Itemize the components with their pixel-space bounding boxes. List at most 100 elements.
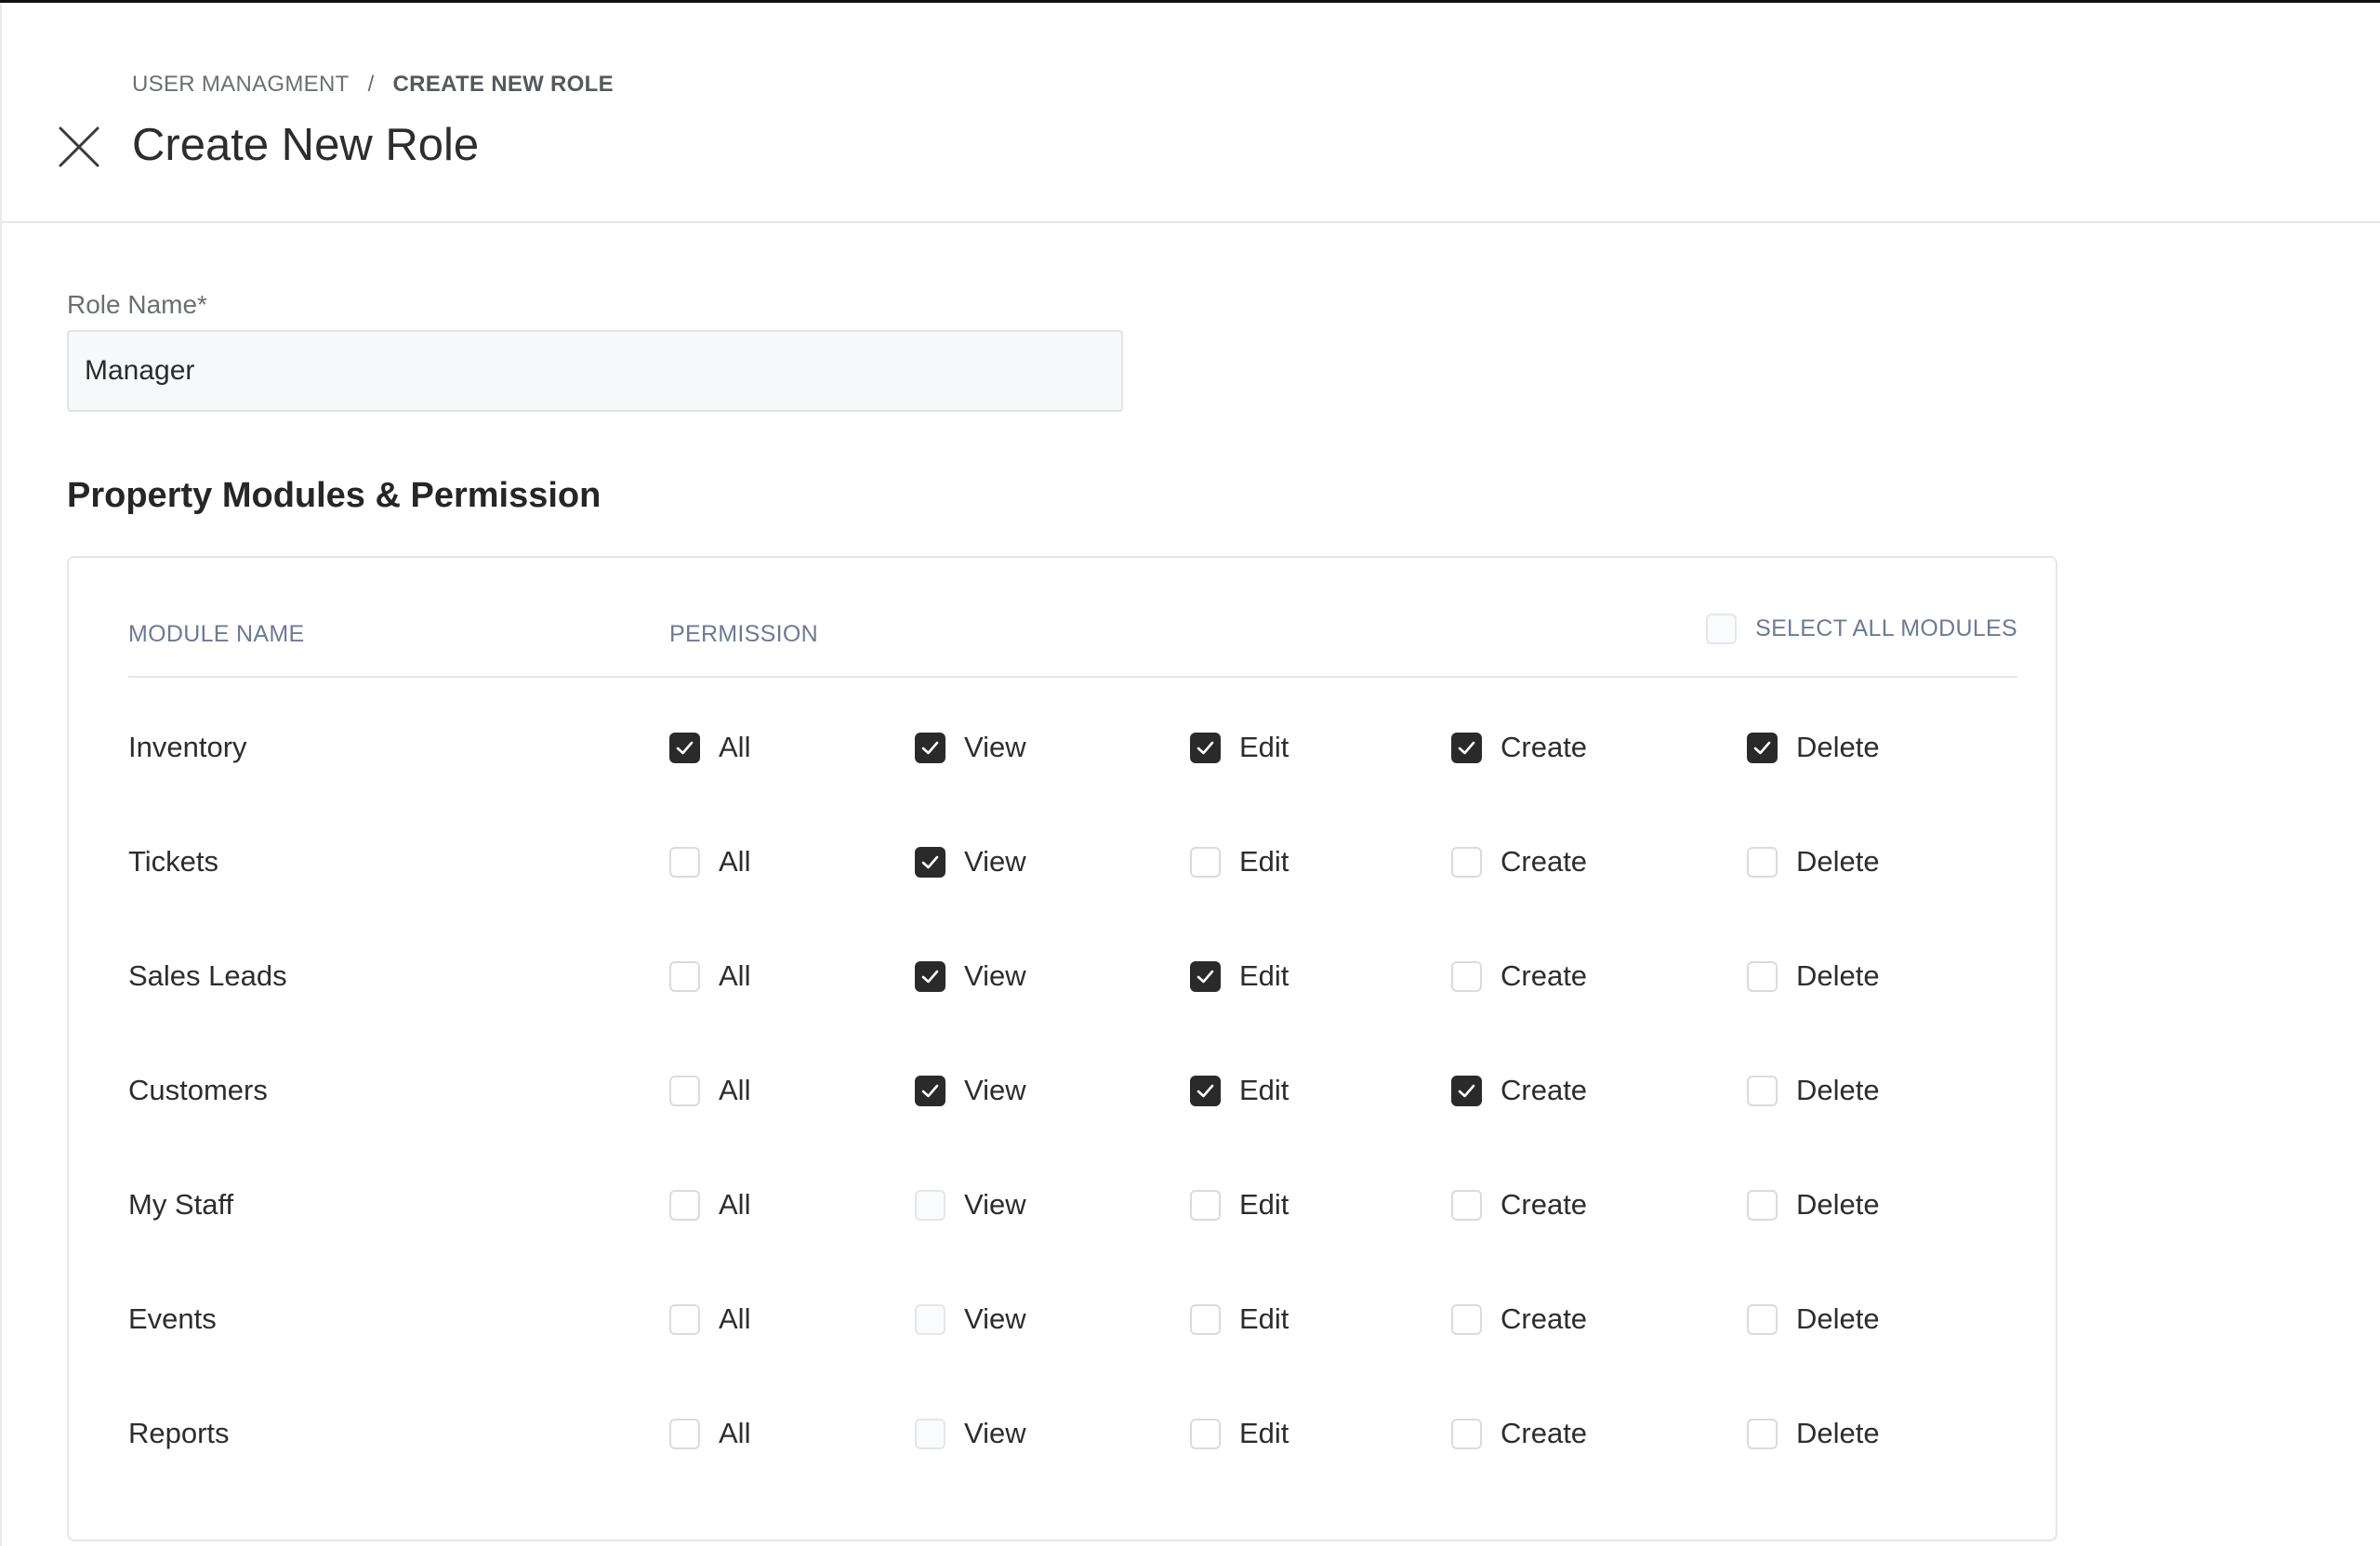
- permission-option-delete[interactable]: Delete: [1747, 1417, 1880, 1450]
- events-view-checkbox[interactable]: [915, 1303, 945, 1335]
- permission-option-create[interactable]: Create: [1451, 1302, 1587, 1336]
- permission-option-all[interactable]: All: [669, 731, 750, 764]
- tickets-all-checkbox[interactable]: [669, 846, 700, 878]
- permission-option-all[interactable]: All: [669, 1074, 750, 1107]
- customers-create-checkbox[interactable]: [1451, 1075, 1482, 1106]
- inventory-edit-checkbox[interactable]: [1190, 732, 1221, 763]
- inventory-create-checkbox[interactable]: [1451, 732, 1482, 763]
- permission-label: All: [719, 1074, 751, 1106]
- permission-option-view[interactable]: View: [915, 845, 1026, 879]
- breadcrumb-separator: /: [367, 72, 375, 97]
- permission-option-create[interactable]: Create: [1451, 959, 1587, 993]
- my-staff-create-checkbox[interactable]: [1451, 1189, 1482, 1221]
- reports-view-checkbox[interactable]: [915, 1418, 945, 1449]
- sales-leads-create-checkbox[interactable]: [1451, 960, 1482, 992]
- checkmark-icon: [921, 855, 939, 868]
- table-row: Reports All View Edit Create Delete: [69, 1398, 2056, 1473]
- close-button[interactable]: [56, 124, 102, 170]
- module-name: My Staff: [128, 1188, 234, 1221]
- customers-view-checkbox[interactable]: [915, 1075, 945, 1106]
- permissions-table-header: MODULE NAME PERMISSION SELECT ALL MODULE…: [128, 558, 2017, 678]
- permission-option-edit[interactable]: Edit: [1190, 959, 1289, 993]
- events-create-checkbox[interactable]: [1451, 1303, 1482, 1335]
- permission-option-edit[interactable]: Edit: [1190, 1074, 1289, 1107]
- breadcrumb-link-user-management[interactable]: USER MANAGMENT: [132, 72, 350, 98]
- permission-option-delete[interactable]: Delete: [1747, 731, 1880, 764]
- reports-edit-checkbox[interactable]: [1190, 1418, 1221, 1449]
- permission-option-all[interactable]: All: [669, 845, 750, 879]
- inventory-view-checkbox[interactable]: [915, 732, 945, 763]
- permission-option-view[interactable]: View: [915, 731, 1026, 764]
- permission-option-create[interactable]: Create: [1451, 731, 1587, 764]
- permission-option-create[interactable]: Create: [1451, 845, 1587, 879]
- permission-label: View: [964, 1302, 1026, 1335]
- reports-delete-checkbox[interactable]: [1747, 1418, 1778, 1449]
- permission-option-all[interactable]: All: [669, 1188, 750, 1222]
- permission-label: Edit: [1239, 1302, 1289, 1335]
- permission-option-view[interactable]: View: [915, 1417, 1026, 1450]
- my-staff-delete-checkbox[interactable]: [1747, 1189, 1778, 1221]
- reports-all-checkbox[interactable]: [669, 1418, 700, 1449]
- permission-option-delete[interactable]: Delete: [1747, 1302, 1880, 1336]
- my-staff-view-checkbox[interactable]: [915, 1189, 945, 1221]
- my-staff-edit-checkbox[interactable]: [1190, 1189, 1221, 1221]
- permission-option-view[interactable]: View: [915, 1074, 1026, 1107]
- permission-option-edit[interactable]: Edit: [1190, 1188, 1289, 1222]
- events-all-checkbox[interactable]: [669, 1303, 700, 1335]
- table-row: Tickets All View Edit Create Delete: [69, 826, 2056, 901]
- permission-label: Create: [1501, 1188, 1588, 1221]
- events-edit-checkbox[interactable]: [1190, 1303, 1221, 1335]
- checkmark-icon: [1197, 970, 1214, 983]
- permissions-section-title: Property Modules & Permission: [67, 476, 602, 515]
- permission-option-all[interactable]: All: [669, 959, 750, 993]
- my-staff-all-checkbox[interactable]: [669, 1189, 700, 1221]
- role-name-input[interactable]: [67, 330, 1123, 412]
- checkmark-icon: [1458, 1084, 1475, 1097]
- permission-option-view[interactable]: View: [915, 1188, 1026, 1222]
- permission-option-all[interactable]: All: [669, 1302, 750, 1336]
- permission-label: Create: [1501, 1074, 1588, 1106]
- permission-option-edit[interactable]: Edit: [1190, 1417, 1289, 1450]
- permission-option-delete[interactable]: Delete: [1747, 1188, 1880, 1222]
- sales-leads-delete-checkbox[interactable]: [1747, 960, 1778, 992]
- module-name: Sales Leads: [128, 959, 287, 992]
- permission-option-delete[interactable]: Delete: [1747, 845, 1880, 879]
- tickets-create-checkbox[interactable]: [1451, 846, 1482, 878]
- select-all-checkbox[interactable]: [1706, 614, 1738, 644]
- permission-label: Delete: [1796, 1417, 1880, 1449]
- customers-delete-checkbox[interactable]: [1747, 1075, 1778, 1106]
- customers-all-checkbox[interactable]: [669, 1075, 700, 1106]
- customers-edit-checkbox[interactable]: [1190, 1075, 1221, 1106]
- permission-option-create[interactable]: Create: [1451, 1417, 1587, 1450]
- close-icon: [59, 126, 99, 167]
- permission-option-edit[interactable]: Edit: [1190, 1302, 1289, 1336]
- sales-leads-all-checkbox[interactable]: [669, 960, 700, 992]
- permission-option-edit[interactable]: Edit: [1190, 731, 1289, 764]
- permission-option-view[interactable]: View: [915, 1302, 1026, 1336]
- permission-option-create[interactable]: Create: [1451, 1188, 1587, 1222]
- inventory-all-checkbox[interactable]: [669, 732, 700, 763]
- sales-leads-view-checkbox[interactable]: [915, 960, 945, 992]
- tickets-delete-checkbox[interactable]: [1747, 846, 1778, 878]
- inventory-delete-checkbox[interactable]: [1747, 732, 1778, 763]
- column-header-module-name: MODULE NAME: [128, 621, 305, 647]
- permission-option-all[interactable]: All: [669, 1417, 750, 1450]
- module-name: Inventory: [128, 731, 247, 763]
- permission-label: Edit: [1239, 1417, 1289, 1449]
- permission-label: Delete: [1796, 845, 1880, 878]
- permission-label: View: [964, 1074, 1026, 1106]
- tickets-edit-checkbox[interactable]: [1190, 846, 1221, 878]
- permission-label: Create: [1501, 1302, 1588, 1335]
- sales-leads-edit-checkbox[interactable]: [1190, 960, 1221, 992]
- reports-create-checkbox[interactable]: [1451, 1418, 1482, 1449]
- tickets-view-checkbox[interactable]: [915, 846, 945, 878]
- permission-option-create[interactable]: Create: [1451, 1074, 1587, 1107]
- permission-option-edit[interactable]: Edit: [1190, 845, 1289, 879]
- permission-option-view[interactable]: View: [915, 959, 1026, 993]
- events-delete-checkbox[interactable]: [1747, 1303, 1778, 1335]
- permission-option-delete[interactable]: Delete: [1747, 959, 1880, 993]
- permission-label: All: [719, 959, 751, 992]
- page-header: USER MANAGMENT / CREATE NEW ROLE Create …: [0, 3, 2380, 223]
- select-all-modules-toggle[interactable]: SELECT ALL MODULES: [1706, 614, 2017, 644]
- permission-option-delete[interactable]: Delete: [1747, 1074, 1880, 1107]
